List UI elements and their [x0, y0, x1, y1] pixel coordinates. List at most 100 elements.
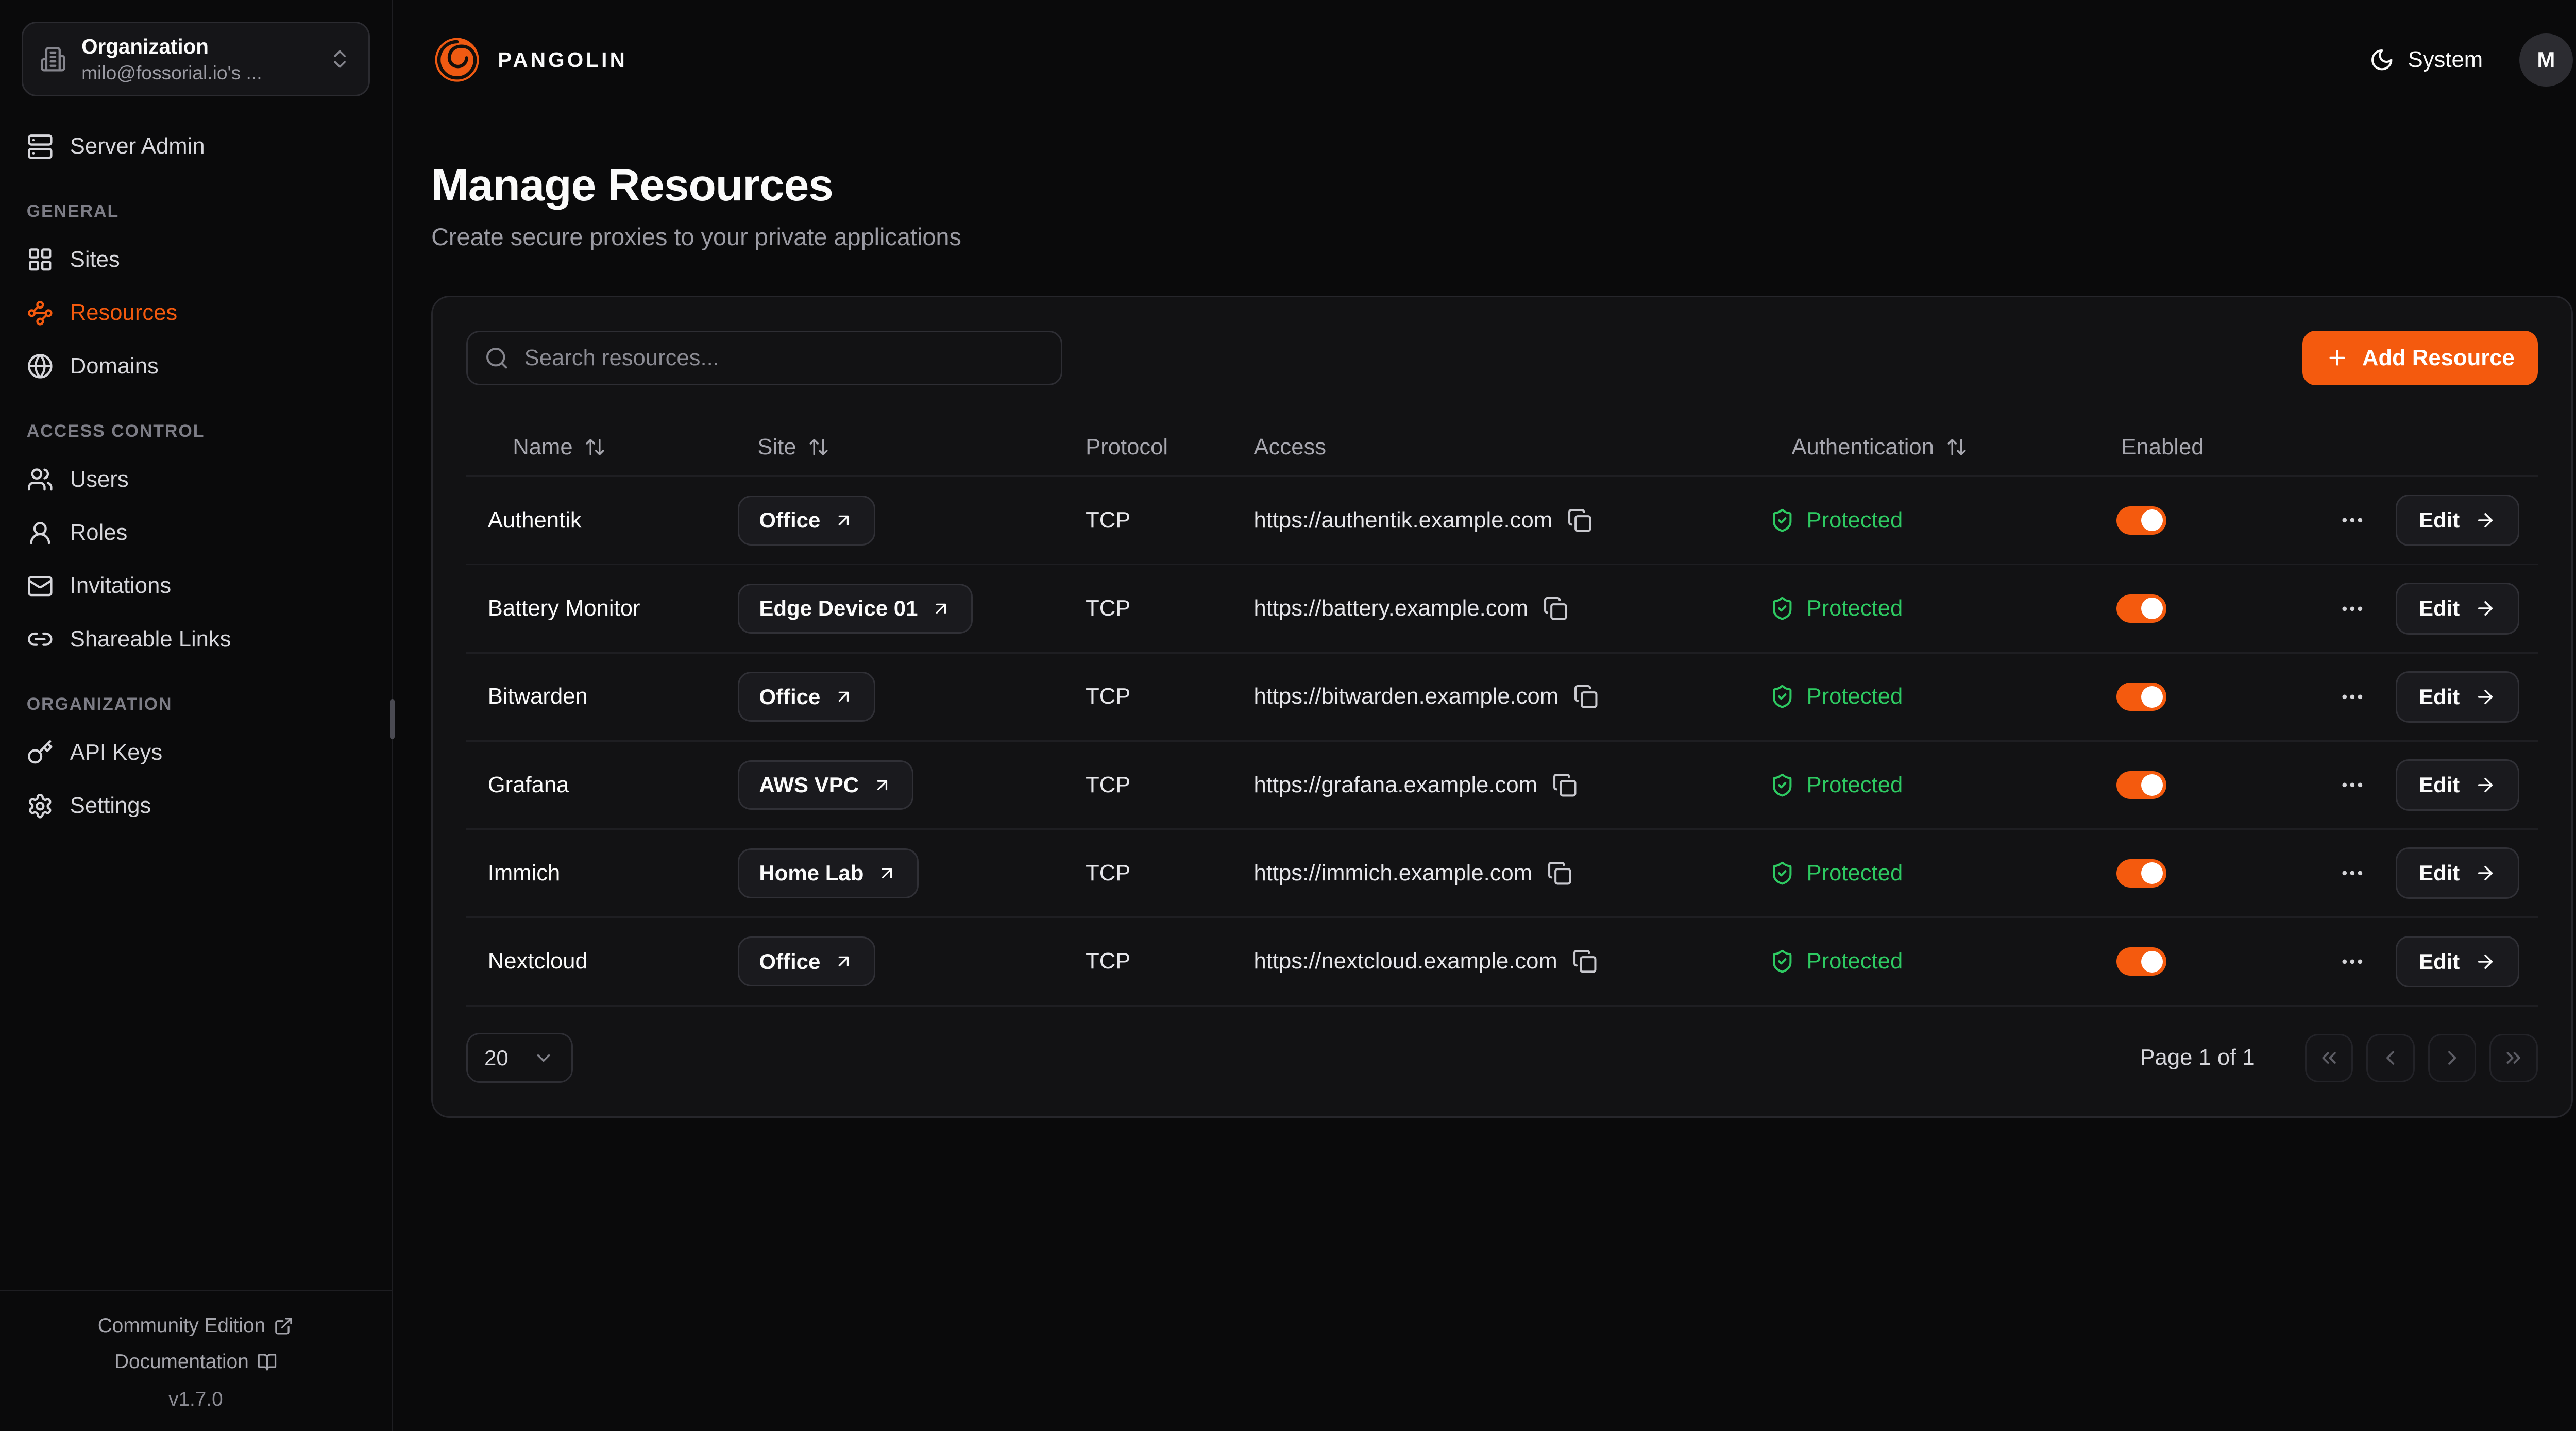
- search-box: [466, 331, 1062, 386]
- link-icon: [27, 626, 54, 653]
- page-title: Manage Resources: [431, 160, 2573, 211]
- edit-button[interactable]: Edit: [2396, 671, 2519, 723]
- theme-label: System: [2408, 47, 2483, 73]
- globe-icon: [27, 353, 54, 380]
- enabled-toggle[interactable]: [2116, 771, 2166, 799]
- table-row: ImmichHome LabTCPhttps://immich.example.…: [466, 828, 2538, 916]
- row-menu-button[interactable]: [2339, 684, 2366, 710]
- sidebar-item-settings[interactable]: Settings: [22, 779, 370, 832]
- copy-url-button[interactable]: [1552, 773, 1577, 797]
- add-resource-label: Add Resource: [2362, 346, 2515, 371]
- site-link-button[interactable]: Office: [738, 936, 875, 986]
- copy-url-button[interactable]: [1547, 861, 1572, 885]
- org-selector[interactable]: Organization milo@fossorial.io's ...: [22, 22, 370, 96]
- site-link-button[interactable]: Home Lab: [738, 848, 919, 898]
- copy-url-button[interactable]: [1573, 684, 1598, 709]
- edit-button[interactable]: Edit: [2396, 936, 2519, 987]
- site-link-button[interactable]: Office: [738, 672, 875, 722]
- column-header-authentication[interactable]: Authentication: [1770, 435, 2116, 460]
- enabled-toggle[interactable]: [2116, 859, 2166, 888]
- sidebar-item-invitations[interactable]: Invitations: [22, 559, 370, 612]
- copy-icon: [1543, 596, 1568, 621]
- table-body: AuthentikOfficeTCPhttps://authentik.exam…: [466, 475, 2538, 1007]
- enabled-toggle[interactable]: [2116, 947, 2166, 976]
- search-input[interactable]: [524, 346, 1044, 371]
- shield-check-icon: [1770, 508, 1794, 533]
- sidebar-item-users[interactable]: Users: [22, 453, 370, 506]
- chevrons-right-icon: [2502, 1046, 2525, 1069]
- chevrons-up-down-icon: [328, 47, 351, 71]
- table-header: NameSiteProtocolAccessAuthenticationEnab…: [466, 419, 2538, 475]
- page-size-select[interactable]: 20: [466, 1033, 573, 1083]
- search-icon: [484, 346, 509, 370]
- topbar: PANGOLIN System M: [431, 0, 2573, 120]
- sidebar-item-api-keys[interactable]: API Keys: [22, 726, 370, 779]
- avatar[interactable]: M: [2519, 33, 2572, 87]
- edit-button[interactable]: Edit: [2396, 583, 2519, 634]
- toggle-knob: [2141, 509, 2163, 531]
- column-label: Name: [513, 435, 572, 460]
- auth-status-label: Protected: [1807, 508, 1903, 533]
- external-link-icon: [274, 1316, 294, 1336]
- copy-url-button[interactable]: [1567, 508, 1592, 533]
- column-header-site[interactable]: Site: [738, 435, 1086, 460]
- copy-icon: [1547, 861, 1572, 885]
- row-menu-button[interactable]: [2339, 948, 2366, 975]
- sidebar-item-resources[interactable]: Resources: [22, 286, 370, 339]
- table-row: BitwardenOfficeTCPhttps://bitwarden.exam…: [466, 652, 2538, 740]
- auth-status-badge: Protected: [1770, 684, 1903, 709]
- sidebar-item-domains[interactable]: Domains: [22, 339, 370, 393]
- copy-url-button[interactable]: [1543, 596, 1568, 621]
- org-value: milo@fossorial.io's ...: [81, 62, 313, 84]
- column-label: Protocol: [1086, 435, 1168, 460]
- resource-protocol: TCP: [1086, 508, 1130, 533]
- edit-button[interactable]: Edit: [2396, 759, 2519, 811]
- site-link-button[interactable]: Edge Device 01: [738, 584, 973, 634]
- site-link-button[interactable]: Office: [738, 496, 875, 546]
- site-name: Office: [759, 949, 820, 974]
- documentation-link[interactable]: Documentation: [0, 1344, 392, 1380]
- row-menu-button[interactable]: [2339, 772, 2366, 798]
- org-text: Organization milo@fossorial.io's ...: [81, 35, 313, 84]
- edit-button[interactable]: Edit: [2396, 847, 2519, 899]
- enabled-toggle[interactable]: [2116, 506, 2166, 535]
- prev-page-button[interactable]: [2366, 1034, 2415, 1082]
- arrow-right-icon: [2475, 862, 2496, 884]
- sidebar-footer: Community Edition Documentation v1.7.0: [0, 1290, 392, 1431]
- auth-status-badge: Protected: [1770, 508, 1903, 533]
- column-label: Enabled: [2121, 435, 2204, 460]
- main-content: PANGOLIN System M Manage Resources Creat…: [393, 0, 2576, 1431]
- enabled-toggle[interactable]: [2116, 594, 2166, 623]
- first-page-button[interactable]: [2305, 1034, 2353, 1082]
- sidebar-section-heading: GENERAL: [27, 201, 365, 222]
- edit-label: Edit: [2419, 861, 2460, 885]
- sidebar-item-roles[interactable]: Roles: [22, 506, 370, 559]
- sidebar-resize-handle[interactable]: [390, 699, 395, 739]
- row-menu-button[interactable]: [2339, 860, 2366, 887]
- sidebar-item-server-admin[interactable]: Server Admin: [22, 120, 370, 173]
- auth-status-badge: Protected: [1770, 596, 1903, 621]
- column-header-name[interactable]: Name: [466, 435, 738, 460]
- site-link-button[interactable]: AWS VPC: [738, 760, 914, 810]
- resource-name: Nextcloud: [488, 949, 588, 974]
- row-menu-button[interactable]: [2339, 507, 2366, 534]
- sidebar-item-label: Settings: [70, 793, 151, 819]
- enabled-toggle[interactable]: [2116, 683, 2166, 711]
- add-resource-button[interactable]: Add Resource: [2302, 331, 2538, 386]
- last-page-button[interactable]: [2489, 1034, 2538, 1082]
- app-root: Organization milo@fossorial.io's ... Ser…: [0, 0, 2576, 1431]
- copy-icon: [1567, 508, 1592, 533]
- row-menu-button[interactable]: [2339, 595, 2366, 622]
- resource-name: Grafana: [488, 773, 569, 798]
- page-size-value: 20: [484, 1046, 509, 1070]
- next-page-button[interactable]: [2428, 1034, 2477, 1082]
- theme-selector[interactable]: System: [2369, 47, 2483, 73]
- resource-protocol: TCP: [1086, 684, 1130, 709]
- site-name: Edge Device 01: [759, 596, 918, 621]
- community-edition-link[interactable]: Community Edition: [0, 1308, 392, 1344]
- sidebar-item-sites[interactable]: Sites: [22, 233, 370, 286]
- copy-url-button[interactable]: [1572, 949, 1597, 974]
- sidebar-item-shareable-links[interactable]: Shareable Links: [22, 613, 370, 666]
- arrow-right-icon: [2475, 774, 2496, 796]
- edit-button[interactable]: Edit: [2396, 495, 2519, 546]
